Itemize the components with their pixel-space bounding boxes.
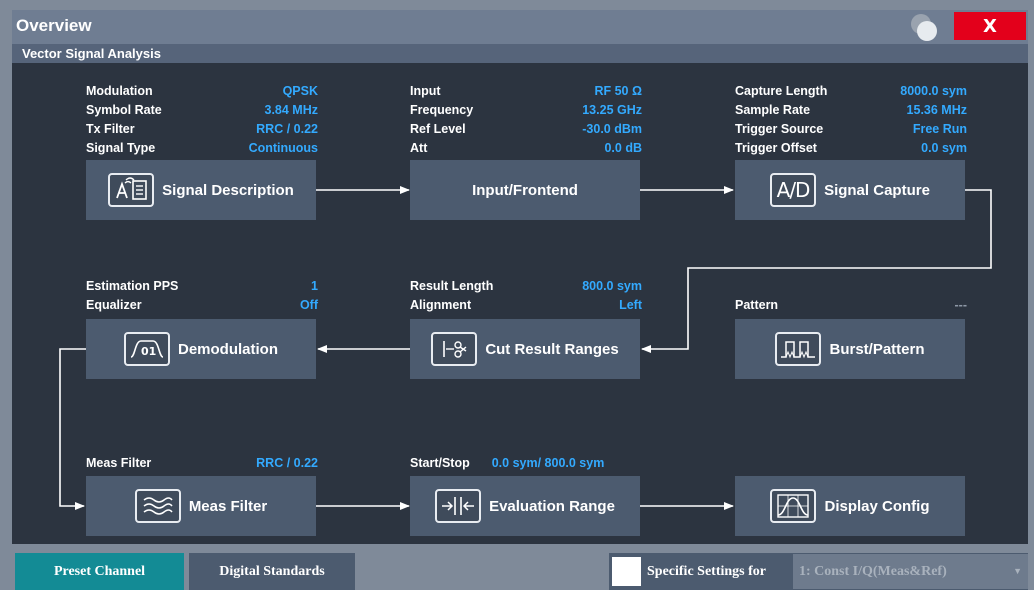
param-label: Trigger Source bbox=[735, 122, 824, 136]
spheres-icon bbox=[901, 12, 943, 42]
cut-result-ranges-button[interactable]: Cut Result Ranges bbox=[410, 319, 640, 379]
param-label: Pattern bbox=[735, 298, 779, 312]
display-config-button[interactable]: Display Config bbox=[735, 476, 965, 536]
param-label: Alignment bbox=[410, 298, 472, 312]
demodulation-params: Estimation PPS 1 Equalizer Off bbox=[86, 277, 318, 315]
svg-text:01: 01 bbox=[141, 345, 156, 358]
param-value: QPSK bbox=[282, 84, 318, 98]
signal-description-params: Modulation QPSK Symbol Rate 3.84 MHz Tx Fi… bbox=[86, 82, 318, 158]
evaluation-range-label: Evaluation Range bbox=[489, 497, 615, 515]
param-label: Equalizer bbox=[86, 298, 142, 312]
demodulation-label: Demodulation bbox=[178, 340, 278, 358]
display-config-label: Display Config bbox=[824, 497, 930, 515]
input-frontend-params: Input RF 50 Ω Frequency 13.25 GHz Ref Leve… bbox=[410, 82, 642, 158]
param-value: 15.36 MHz bbox=[906, 103, 967, 117]
window-title: Overview bbox=[16, 16, 92, 35]
param-label: Start/Stop bbox=[410, 456, 470, 470]
specific-settings-checkbox[interactable] bbox=[612, 557, 641, 586]
filter-waves-icon bbox=[134, 489, 181, 523]
param-value: --- bbox=[954, 298, 968, 312]
overview-panel: Vector Signal Analysis Modulation QPSK Sy… bbox=[12, 44, 1028, 544]
specific-settings-group: Specific Settings for 1: Const I/Q(Meas&… bbox=[609, 553, 1028, 590]
param-label: Trigger Offset bbox=[735, 141, 817, 155]
param-label: Capture Length bbox=[735, 84, 828, 98]
input-frontend-button[interactable]: Input/Frontend bbox=[410, 160, 640, 220]
param-value: Free Run bbox=[912, 122, 967, 136]
param-value: 1 bbox=[311, 279, 318, 293]
digital-standards-button[interactable]: Digital Standards bbox=[189, 553, 355, 590]
chevron-down-icon: ▼ bbox=[1013, 566, 1022, 576]
arrow-demod-to-measfilter bbox=[59, 348, 86, 510]
signal-capture-button[interactable]: A/D Signal Capture bbox=[735, 160, 965, 220]
param-value: 800.0 sym bbox=[582, 279, 642, 293]
display-config-icon bbox=[770, 489, 817, 523]
param-value: 3.84 MHz bbox=[264, 103, 319, 117]
ad-converter-icon: A/D bbox=[770, 173, 817, 207]
param-label: Sample Rate bbox=[735, 103, 811, 117]
burst-pattern-label: Burst/Pattern bbox=[829, 340, 925, 358]
signal-description-label: Signal Description bbox=[162, 181, 294, 199]
param-value: Continuous bbox=[248, 141, 318, 155]
param-label: Att bbox=[410, 141, 428, 155]
param-value: -30.0 dBm bbox=[582, 122, 642, 136]
param-value: 8000.0 sym bbox=[900, 84, 967, 98]
param-label: Modulation bbox=[86, 84, 153, 98]
burst-pattern-params: Pattern --- bbox=[735, 296, 967, 315]
window-titlebar: Overview X bbox=[12, 10, 1028, 44]
evaluation-range-params: Start/Stop 0.0 sym/ 800.0 sym bbox=[410, 454, 640, 473]
close-button[interactable]: X bbox=[954, 12, 1026, 40]
specific-settings-value: 1: Const I/Q(Meas&Ref) bbox=[799, 564, 947, 579]
param-label: Symbol Rate bbox=[86, 103, 162, 117]
signal-capture-params: Capture Length 8000.0 sym Sample Rate 15.3… bbox=[735, 82, 967, 158]
param-label: Result Length bbox=[410, 279, 494, 293]
meas-filter-params: Meas Filter RRC / 0.22 bbox=[86, 454, 318, 473]
param-label: Signal Type bbox=[86, 141, 156, 155]
meas-filter-label: Meas Filter bbox=[188, 497, 268, 515]
bottom-bar: Preset Channel Digital Standards Specifi… bbox=[12, 548, 1028, 590]
cut-result-ranges-params: Result Length 800.0 sym Alignment Left bbox=[410, 277, 642, 315]
input-frontend-label: Input/Frontend bbox=[472, 181, 578, 199]
cut-result-ranges-label: Cut Result Ranges bbox=[485, 340, 619, 358]
param-label: Frequency bbox=[410, 103, 474, 117]
evaluation-range-button[interactable]: Evaluation Range bbox=[410, 476, 640, 536]
specific-settings-label: Specific Settings for bbox=[647, 564, 766, 579]
demodulation-icon: 01 bbox=[124, 332, 170, 366]
param-label: Tx Filter bbox=[86, 122, 135, 136]
param-label: Input bbox=[410, 84, 441, 98]
param-value: RRC / 0.22 bbox=[256, 122, 318, 136]
signal-description-icon bbox=[108, 173, 155, 207]
param-label: Estimation PPS bbox=[86, 279, 179, 293]
param-value: RF 50 Ω bbox=[594, 84, 642, 98]
specific-settings-dropdown[interactable]: 1: Const I/Q(Meas&Ref) ▼ bbox=[793, 554, 1028, 589]
param-value: RRC / 0.22 bbox=[256, 456, 318, 470]
preset-channel-button[interactable]: Preset Channel bbox=[15, 553, 184, 590]
param-value: 0.0 sym/ 800.0 sym bbox=[491, 456, 605, 470]
scissors-icon bbox=[431, 332, 478, 366]
meas-filter-button[interactable]: Meas Filter bbox=[86, 476, 316, 536]
param-label: Meas Filter bbox=[86, 456, 152, 470]
demodulation-button[interactable]: 01 Demodulation bbox=[86, 319, 316, 379]
signal-description-button[interactable]: Signal Description bbox=[86, 160, 316, 220]
param-value: 13.25 GHz bbox=[582, 103, 642, 117]
param-value: Off bbox=[299, 298, 318, 312]
param-value: 0.0 dB bbox=[604, 141, 642, 155]
burst-pattern-button[interactable]: Burst/Pattern bbox=[735, 319, 965, 379]
signal-capture-label: Signal Capture bbox=[824, 181, 930, 199]
param-value: Left bbox=[619, 298, 642, 312]
param-value: 0.0 sym bbox=[921, 141, 967, 155]
burst-pattern-icon bbox=[775, 332, 822, 366]
evaluation-range-icon bbox=[435, 489, 482, 523]
param-label: Ref Level bbox=[410, 122, 466, 136]
